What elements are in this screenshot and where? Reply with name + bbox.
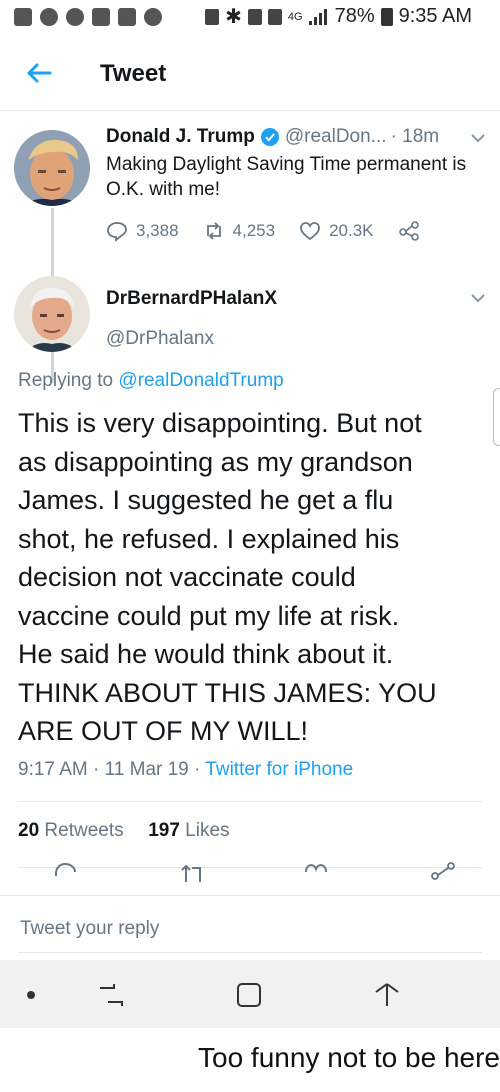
retweet-total[interactable]: 20 bbox=[18, 820, 39, 841]
battery-icon bbox=[380, 7, 393, 26]
meta-separator: · bbox=[194, 759, 201, 780]
chevron-down-icon[interactable] bbox=[470, 292, 486, 304]
scroll-indicator[interactable] bbox=[493, 388, 500, 446]
tweet-header: Donald J. Trump @realDon... · 18m bbox=[106, 126, 439, 148]
reply-bar: Tweet your reply bbox=[0, 895, 500, 954]
app-bar: Tweet bbox=[0, 40, 500, 111]
tweet-line: shot, he refused. I explained his bbox=[18, 523, 400, 554]
heart-icon bbox=[300, 222, 320, 241]
avatar[interactable] bbox=[14, 276, 90, 352]
reply-icon bbox=[107, 222, 127, 242]
tweet-line: ARE OUT OF MY WILL! bbox=[18, 716, 309, 746]
reply-icon[interactable] bbox=[52, 860, 78, 884]
lock-icon bbox=[205, 8, 220, 25]
system-nav-bar bbox=[0, 960, 500, 1028]
page-title: Tweet bbox=[100, 60, 167, 87]
divider bbox=[18, 801, 482, 802]
reply-action[interactable]: 3,388 bbox=[106, 220, 179, 242]
notification-icons bbox=[14, 8, 162, 26]
divider bbox=[18, 952, 482, 953]
tweet-line: He said he would think about it. bbox=[18, 639, 394, 669]
notification-icon bbox=[92, 8, 110, 26]
original-tweet[interactable]: Donald J. Trump @realDon... · 18m Making… bbox=[0, 112, 500, 383]
nfc-icon bbox=[247, 8, 262, 25]
replying-prefix: Replying to bbox=[18, 370, 114, 391]
tweet-meta: 9:17 AM · 11 Mar 19 · Twitter for iPhone bbox=[18, 759, 353, 781]
tweet-date: 11 Mar 19 bbox=[104, 759, 189, 780]
chevron-down-icon[interactable] bbox=[470, 132, 486, 144]
network-type: 4G bbox=[287, 10, 303, 23]
reply-count: 3,388 bbox=[136, 221, 179, 240]
clock: 9:35 AM bbox=[398, 5, 472, 27]
reply-input[interactable]: Tweet your reply bbox=[20, 918, 159, 940]
tweet-text: Making Daylight Saving Time permanent is… bbox=[106, 154, 467, 200]
like-label[interactable]: Likes bbox=[185, 820, 229, 841]
recent-apps-icon[interactable] bbox=[96, 982, 126, 1008]
dot-indicator-icon bbox=[27, 991, 35, 999]
like-action[interactable]: 20.3K bbox=[299, 220, 374, 242]
status-right: ✱ 4G 78% 9:35 AM bbox=[205, 4, 472, 29]
caption-area: Too funny not to be here bbox=[0, 1028, 500, 1092]
signal-icon bbox=[308, 8, 327, 25]
gallery-icon bbox=[118, 8, 136, 26]
tweet-source[interactable]: Twitter for iPhone bbox=[205, 759, 353, 780]
author-name[interactable]: Donald J. Trump bbox=[106, 126, 255, 148]
retweet-icon[interactable] bbox=[178, 862, 204, 886]
share-icon[interactable] bbox=[430, 860, 456, 884]
verified-badge-icon bbox=[260, 128, 279, 146]
author-handle[interactable]: @realDon... bbox=[285, 126, 387, 148]
tweet-line: This is very disappointing. But not bbox=[18, 408, 422, 438]
tweet-line: THINK ABOUT THIS JAMES: YOU bbox=[18, 677, 437, 708]
retweet-label[interactable]: Retweets bbox=[44, 820, 123, 841]
status-bar: ✱ 4G 78% 9:35 AM bbox=[0, 0, 500, 36]
retweet-icon bbox=[206, 222, 221, 240]
tweet-line: vaccine could put my life at risk. bbox=[18, 600, 400, 631]
caption-text: Too funny not to be here bbox=[198, 1042, 500, 1073]
tweet-line: as disappointing as my grandson bbox=[18, 446, 413, 477]
retweet-action[interactable]: 4,253 bbox=[203, 220, 276, 242]
bluetooth-icon: ✱ bbox=[225, 6, 242, 28]
author-handle[interactable]: @DrPhalanx bbox=[106, 328, 214, 350]
back-button-icon[interactable] bbox=[372, 980, 402, 1010]
retweet-count: 4,253 bbox=[232, 221, 276, 240]
tweet-line: James. I suggested he get a flu bbox=[18, 485, 394, 515]
battery-percent: 78% bbox=[334, 5, 375, 27]
tweet-time: 9:17 AM bbox=[18, 759, 88, 780]
tweet-body: This is very disappointing. But not as d… bbox=[18, 404, 488, 751]
tweet-line: decision not vaccinate could bbox=[18, 562, 356, 592]
heart-icon[interactable] bbox=[303, 860, 329, 884]
notification-icon bbox=[40, 8, 58, 26]
replying-to: Replying to @realDonaldTrump bbox=[18, 370, 284, 392]
sync-icon bbox=[267, 8, 282, 25]
avatar[interactable] bbox=[14, 130, 90, 206]
author-name[interactable]: DrBernardPHalanX bbox=[106, 288, 277, 310]
like-total[interactable]: 197 bbox=[148, 820, 180, 841]
like-count: 20.3K bbox=[329, 221, 374, 240]
engagement-stats: 20 Retweets 197 Likes bbox=[18, 820, 230, 842]
mention-link[interactable]: @realDonaldTrump bbox=[118, 370, 283, 391]
share-icon bbox=[398, 221, 419, 241]
back-arrow-icon[interactable] bbox=[22, 56, 56, 90]
share-action[interactable] bbox=[398, 220, 420, 242]
meta-separator: · bbox=[93, 759, 100, 780]
tweet-actions: 3,388 4,253 20.3K bbox=[106, 220, 444, 242]
home-button-icon[interactable] bbox=[234, 980, 264, 1010]
tweet-age: · 18m bbox=[390, 126, 440, 147]
notification-icon bbox=[66, 8, 84, 26]
tweet-action-bar bbox=[0, 860, 500, 890]
notification-icon bbox=[14, 8, 32, 26]
notification-icon bbox=[144, 8, 162, 26]
